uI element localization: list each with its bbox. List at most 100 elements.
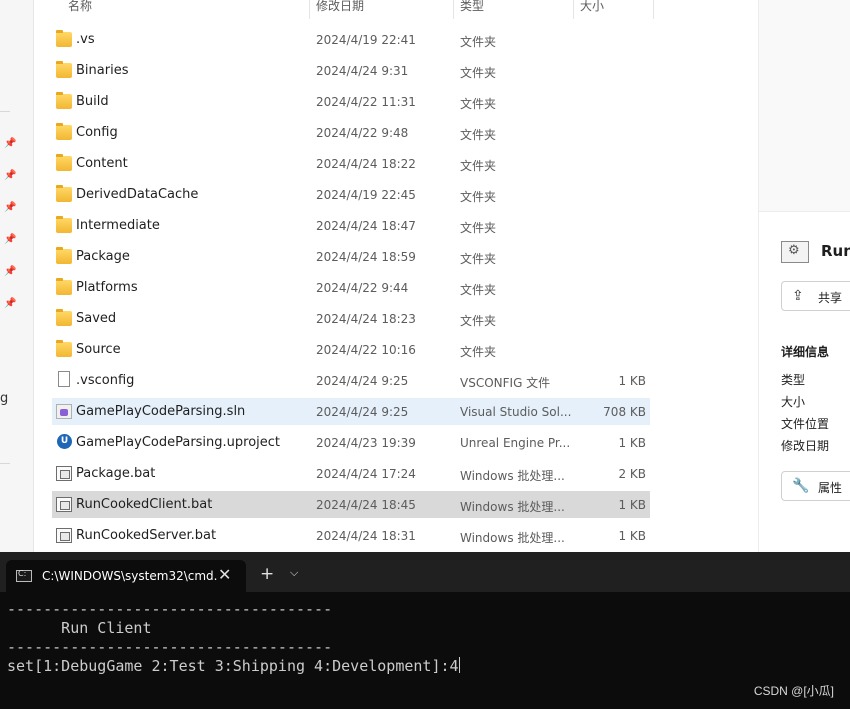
pin-icon[interactable]: 📌: [4, 298, 16, 310]
console-prompt-line: set[1:DebugGame 2:Test 3:Shipping 4:Deve…: [7, 657, 847, 676]
file-row[interactable]: Package 2024/4/24 18:59 文件夹: [52, 243, 650, 270]
close-icon[interactable]: ✕: [218, 565, 231, 584]
file-name: Platforms: [76, 280, 138, 295]
folder-icon: [56, 185, 72, 202]
file-row[interactable]: Package.bat 2024/4/24 17:24 Windows 批处理.…: [52, 460, 650, 487]
pin-icon[interactable]: 📌: [4, 234, 16, 246]
column-header: 名称 修改日期 类型 大小: [34, 0, 654, 19]
properties-button[interactable]: 🔧 属性: [781, 471, 850, 501]
tab-title: C:\WINDOWS\system32\cmd.: [42, 569, 218, 583]
file-type: 文件夹: [460, 97, 497, 111]
file-row[interactable]: DerivedDataCache 2024/4/19 22:45 文件夹: [52, 181, 650, 208]
file-date: 2024/4/24 18:59: [316, 250, 416, 264]
file-row[interactable]: U GamePlayCodeParsing.uproject 2024/4/23…: [52, 429, 650, 456]
file-date: 2024/4/22 9:48: [316, 126, 409, 140]
file-row[interactable]: RunCookedServer.bat 2024/4/24 18:31 Wind…: [52, 522, 650, 549]
file-type: Unreal Engine Pr...: [460, 436, 571, 450]
file-type: Visual Studio Sol...: [460, 405, 572, 419]
pin-icon[interactable]: 📌: [4, 138, 16, 150]
wrench-icon: 🔧: [792, 478, 810, 494]
folder-icon: [56, 216, 72, 233]
column-size[interactable]: 大小: [574, 0, 654, 19]
file-type: Windows 批处理...: [460, 469, 565, 483]
details-top-area: [759, 0, 850, 212]
file-name: Binaries: [76, 63, 129, 78]
file-explorer-window: 📌 📌 📌 📌 📌 📌 g 名称 修改日期 类型 大小 .vs 2024/4/1…: [0, 0, 850, 552]
file-date: 2024/4/19 22:45: [316, 188, 416, 202]
cmd-icon: [16, 569, 32, 582]
file-row[interactable]: Binaries 2024/4/24 9:31 文件夹: [52, 57, 650, 84]
file-name: RunCookedClient.bat: [76, 497, 213, 512]
file-date: 2024/4/22 9:44: [316, 281, 409, 295]
share-button[interactable]: ⇪ 共享: [781, 281, 850, 311]
nav-divider: [0, 111, 10, 112]
folder-icon: [56, 278, 72, 295]
file-date: 2024/4/23 19:39: [316, 436, 416, 450]
nav-divider: [0, 463, 10, 464]
file-row[interactable]: .vsconfig 2024/4/24 9:25 VSCONFIG 文件 1 K…: [52, 367, 650, 394]
terminal-tab[interactable]: C:\WINDOWS\system32\cmd. ✕: [6, 560, 246, 592]
share-icon: ⇪: [792, 288, 804, 304]
file-name: Intermediate: [76, 218, 160, 233]
file-row[interactable]: Saved 2024/4/24 18:23 文件夹: [52, 305, 650, 332]
folder-icon: [56, 247, 72, 264]
file-name: Build: [76, 94, 109, 109]
file-row-selected[interactable]: RunCookedClient.bat 2024/4/24 18:45 Wind…: [52, 491, 650, 518]
file-size: 708 KB: [603, 405, 646, 419]
prop-modified-label: 修改日期: [781, 439, 830, 453]
terminal-tab-bar: C:\WINDOWS\system32\cmd. ✕ + ⌵: [0, 552, 850, 592]
file-name: .vsconfig: [76, 373, 135, 388]
console-line: ------------------------------------: [7, 600, 333, 618]
pin-icon[interactable]: 📌: [4, 170, 16, 182]
console-output[interactable]: ------------------------------------ Run…: [7, 600, 847, 676]
file-type: 文件夹: [460, 35, 497, 49]
details-title: Run: [821, 242, 850, 260]
prop-size-label: 大小: [781, 395, 806, 409]
nav-item-fragment[interactable]: g: [0, 391, 8, 406]
prop-location-label: 文件位置: [781, 417, 830, 431]
file-row[interactable]: Intermediate 2024/4/24 18:47 文件夹: [52, 212, 650, 239]
file-date: 2024/4/24 17:24: [316, 467, 416, 481]
console-line: Run Client: [7, 619, 152, 637]
file-row[interactable]: Build 2024/4/22 11:31 文件夹: [52, 88, 650, 115]
console-line: set[1:DebugGame 2:Test 3:Shipping 4:Deve…: [7, 657, 459, 675]
folder-icon: [56, 30, 72, 47]
file-name: GamePlayCodeParsing.sln: [76, 404, 246, 419]
file-name: Saved: [76, 311, 117, 326]
file-row[interactable]: .vs 2024/4/19 22:41 文件夹: [52, 26, 650, 53]
file-row[interactable]: Config 2024/4/22 9:48 文件夹: [52, 119, 650, 146]
prop-type-label: 类型: [781, 373, 806, 387]
file-date: 2024/4/24 18:23: [316, 312, 416, 326]
file-type: 文件夹: [460, 128, 497, 142]
folder-icon: [56, 154, 72, 171]
folder-icon: [56, 123, 72, 140]
column-date[interactable]: 修改日期: [310, 0, 454, 19]
new-tab-button[interactable]: +: [260, 564, 274, 584]
file-date: 2024/4/24 18:22: [316, 157, 416, 171]
file-type: 文件夹: [460, 159, 497, 173]
file-name: Package.bat: [76, 466, 156, 481]
file-date: 2024/4/24 9:25: [316, 374, 409, 388]
file-name: Package: [76, 249, 130, 264]
file-date: 2024/4/22 10:16: [316, 343, 416, 357]
file-type: 文件夹: [460, 221, 497, 235]
chevron-down-icon[interactable]: ⌵: [290, 566, 298, 580]
pin-icon[interactable]: 📌: [4, 266, 16, 278]
share-label: 共享: [818, 291, 843, 305]
file-size: 1 KB: [618, 529, 646, 543]
file-name: Source: [76, 342, 121, 357]
column-type[interactable]: 类型: [454, 0, 574, 19]
file-row[interactable]: Platforms 2024/4/22 9:44 文件夹: [52, 274, 650, 301]
file-row[interactable]: GamePlayCodeParsing.sln 2024/4/24 9:25 V…: [52, 398, 650, 425]
column-name[interactable]: 名称: [62, 0, 310, 19]
file-name: GamePlayCodeParsing.uproject: [76, 435, 281, 450]
file-row[interactable]: Content 2024/4/24 18:22 文件夹: [52, 150, 650, 177]
file-size: 1 KB: [618, 498, 646, 512]
file-date: 2024/4/22 11:31: [316, 95, 416, 109]
pin-icon[interactable]: 📌: [4, 202, 16, 214]
file-type: 文件夹: [460, 252, 497, 266]
file-name: .vs: [76, 32, 95, 47]
file-list: 名称 修改日期 类型 大小 .vs 2024/4/19 22:41 文件夹 Bi…: [34, 0, 758, 552]
file-row[interactable]: Source 2024/4/22 10:16 文件夹: [52, 336, 650, 363]
file-type: 文件夹: [460, 283, 497, 297]
